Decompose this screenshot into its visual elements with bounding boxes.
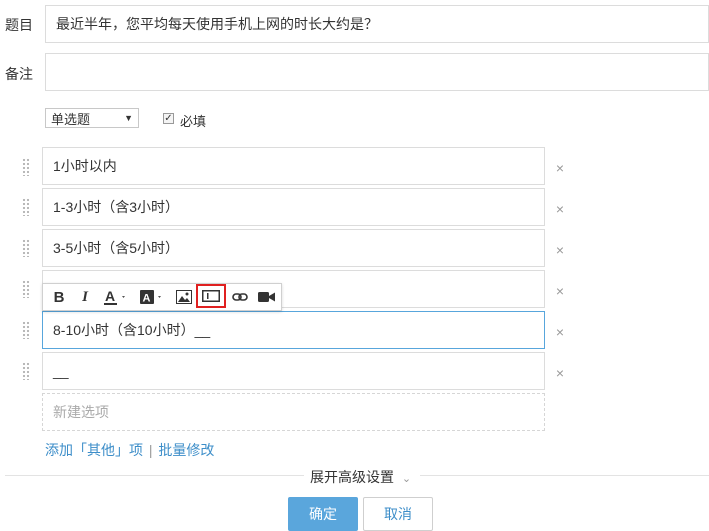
fill-blank-icon[interactable]	[196, 284, 226, 308]
advanced-settings-label: 展开高级设置	[310, 469, 394, 485]
divider-right	[420, 475, 709, 476]
delete-option-icon[interactable]: ×	[554, 161, 566, 175]
delete-option-icon[interactable]: ×	[554, 366, 566, 380]
link-separator: |	[148, 442, 153, 458]
question-input[interactable]: 最近半年，您平均每天使用手机上网的时长大约是？	[45, 5, 709, 43]
svg-text:A: A	[143, 293, 151, 305]
delete-option-icon[interactable]: ×	[554, 325, 566, 339]
delete-option-icon[interactable]: ×	[554, 284, 566, 298]
font-color-icon[interactable]: A	[103, 288, 129, 306]
batch-edit-link[interactable]: 批量修改	[158, 442, 214, 458]
drag-handle-icon[interactable]	[22, 280, 30, 298]
option-input[interactable]: __	[42, 352, 545, 390]
option-input[interactable]: 1-3小时（含3小时）	[42, 188, 545, 226]
background-color-icon[interactable]: A	[139, 288, 165, 306]
option-links: 添加「其他」项 | 批量修改	[45, 440, 214, 460]
question-text: 最近半年，您平均每天使用手机上网的时长大约是？	[56, 16, 378, 32]
drag-handle-icon[interactable]	[22, 362, 30, 380]
option-text: __	[53, 363, 69, 379]
option-input[interactable]: 3-5小时（含5小时）	[42, 229, 545, 267]
option-text: 3-5小时（含5小时）	[53, 240, 180, 256]
svg-text:A: A	[105, 288, 115, 304]
note-label: 备注	[5, 66, 33, 82]
italic-icon[interactable]: I	[77, 288, 93, 306]
image-icon[interactable]	[175, 288, 193, 306]
option-text: 8-10小时（含10小时）__	[53, 322, 211, 338]
drag-handle-icon[interactable]	[22, 321, 30, 339]
drag-handle-icon[interactable]	[22, 158, 30, 176]
option-text: 1-3小时（含3小时）	[53, 199, 180, 215]
option-input-active[interactable]: 8-10小时（含10小时）__	[42, 311, 545, 349]
dropdown-arrow-icon: ▼	[124, 113, 133, 123]
option-text: 1小时以内	[53, 158, 117, 174]
link-icon[interactable]	[231, 288, 249, 306]
required-checkbox[interactable]: ✓	[163, 113, 174, 124]
required-label: 必填	[180, 114, 207, 129]
add-other-link[interactable]: 添加「其他」项	[45, 442, 143, 458]
advanced-settings-toggle[interactable]: 展开高级设置 ⌄	[310, 467, 411, 487]
bold-icon[interactable]: B	[51, 288, 67, 306]
drag-handle-icon[interactable]	[22, 239, 30, 257]
video-icon[interactable]	[257, 288, 277, 306]
rich-text-toolbar: B I A A	[42, 283, 282, 311]
note-input[interactable]	[45, 53, 709, 91]
new-option-input[interactable]: 新建选项	[42, 393, 545, 431]
chevron-down-icon: ⌄	[401, 473, 412, 485]
question-type-value: 单选题	[51, 111, 91, 127]
divider-left	[5, 475, 304, 476]
question-label: 题目	[5, 17, 33, 33]
cancel-button[interactable]: 取消	[363, 497, 433, 531]
check-icon: ✓	[164, 113, 173, 124]
new-option-placeholder: 新建选项	[53, 404, 109, 420]
delete-option-icon[interactable]: ×	[554, 202, 566, 216]
delete-option-icon[interactable]: ×	[554, 243, 566, 257]
question-type-select[interactable]: 单选题 ▼	[45, 108, 139, 128]
option-input[interactable]: 1小时以内	[42, 147, 545, 185]
drag-handle-icon[interactable]	[22, 198, 30, 216]
confirm-button[interactable]: 确定	[288, 497, 358, 531]
